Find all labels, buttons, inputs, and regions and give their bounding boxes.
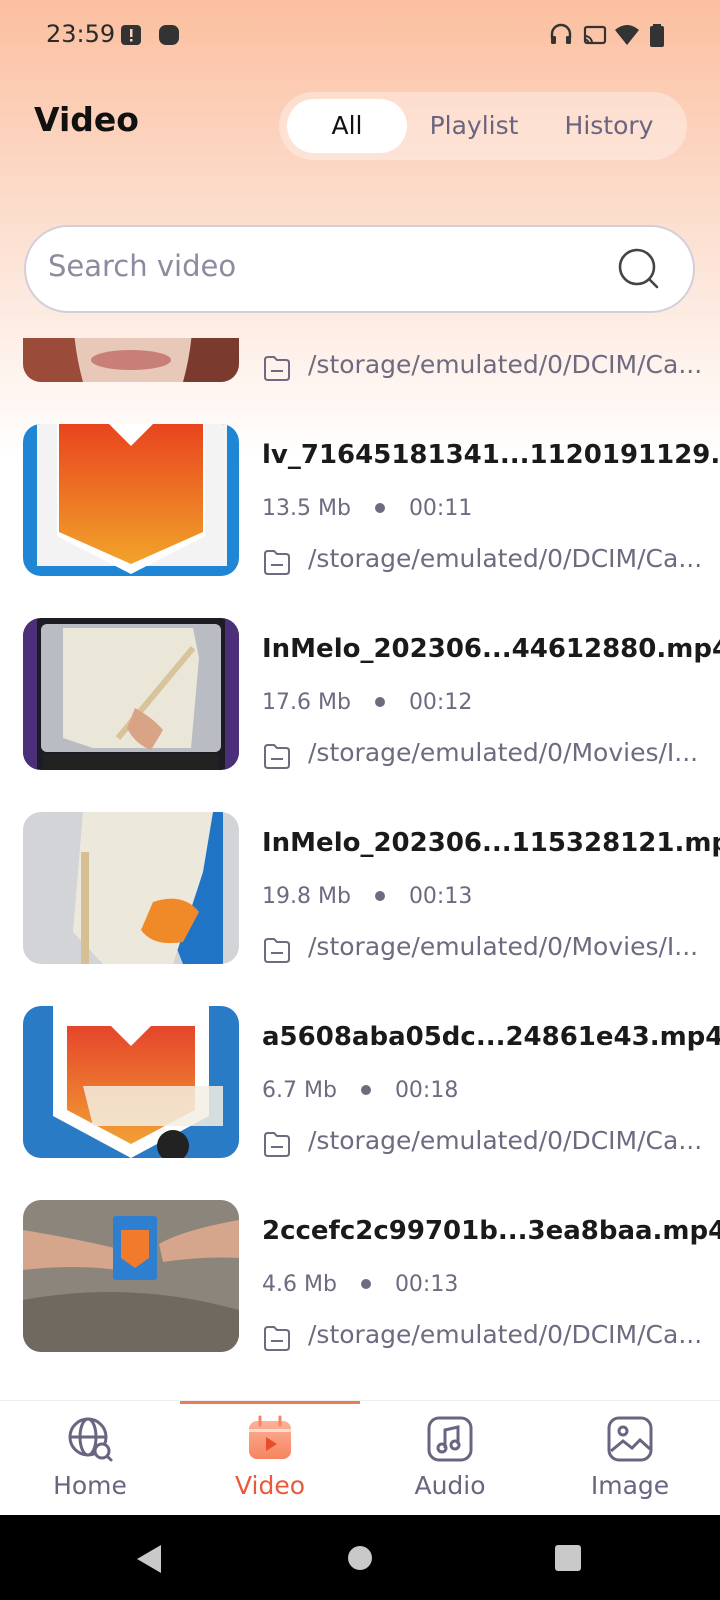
separator-dot: [360, 1084, 371, 1095]
folder-icon: [264, 1132, 290, 1157]
battery-icon: [650, 24, 664, 47]
tab-history[interactable]: History: [544, 99, 674, 153]
video-icon: [249, 1415, 291, 1459]
video-size: 6.7 Mb: [262, 1078, 337, 1103]
video-meta: 4.6 Mb 00:13: [262, 1272, 458, 1297]
back-icon[interactable]: [133, 1543, 165, 1575]
video-size: 13.5 Mb: [262, 496, 351, 521]
video-thumbnail[interactable]: [23, 812, 239, 964]
app-notification-icon: [159, 25, 179, 45]
tab-all[interactable]: All: [287, 99, 407, 153]
nav-image[interactable]: Image: [540, 1401, 720, 1516]
nav-video[interactable]: Video: [180, 1401, 360, 1516]
home-circle-icon[interactable]: [346, 1544, 374, 1572]
separator-dot: [360, 1278, 371, 1289]
video-duration: 00:13: [394, 1272, 459, 1297]
video-duration: 00:12: [408, 690, 473, 715]
folder-icon: [264, 550, 290, 575]
video-item[interactable]: 2ccefc2c99701b...3ea8baa.mp4 4.6 Mb 00:13…: [0, 1200, 720, 1352]
folder-icon: [264, 744, 290, 769]
separator-dot: [374, 890, 385, 901]
video-filter-tabs: All Playlist History: [279, 92, 687, 160]
active-tab-indicator: [180, 1401, 360, 1404]
status-time: 23:59: [46, 20, 116, 48]
nav-label: Image: [590, 1471, 670, 1500]
video-meta: 13.5 Mb 00:11: [262, 496, 472, 521]
nav-home[interactable]: Home: [0, 1401, 180, 1516]
video-duration: 00:11: [408, 496, 473, 521]
headphones-icon: [550, 23, 572, 44]
video-name: a5608aba05dc...24861e43.mp4: [262, 1022, 720, 1052]
video-name: InMelo_202306...115328121.mp4: [262, 828, 720, 858]
video-duration: 00:18: [394, 1078, 459, 1103]
video-item[interactable]: InMelo_202306...44612880.mp4 17.6 Mb 00:1…: [0, 618, 720, 770]
folder-icon: [264, 1326, 290, 1351]
page-title: Video: [34, 100, 139, 139]
image-icon: [607, 1416, 653, 1462]
recents-icon[interactable]: [554, 1544, 582, 1572]
video-thumbnail[interactable]: [23, 1200, 239, 1352]
video-meta: 19.8 Mb 00:13: [262, 884, 472, 909]
separator-dot: [374, 696, 385, 707]
folder-icon: [264, 356, 290, 381]
video-list: /storage/emulated/0/DCIM/Ca... lv_716451…: [0, 338, 720, 1400]
video-name: lv_71645181341...1120191129.mp4: [262, 440, 720, 470]
search-icon[interactable]: [617, 247, 661, 291]
video-name: 2ccefc2c99701b...3ea8baa.mp4: [262, 1216, 720, 1246]
video-thumbnail[interactable]: [23, 338, 239, 382]
video-meta: 6.7 Mb 00:18: [262, 1078, 458, 1103]
video-name: InMelo_202306...44612880.mp4: [262, 634, 720, 664]
music-note-icon: [427, 1416, 473, 1462]
system-navigation-bar: [0, 1515, 720, 1600]
nav-label: Audio: [414, 1471, 486, 1500]
video-size: 19.8 Mb: [262, 884, 351, 909]
wifi-icon: [615, 25, 639, 45]
nav-label: Home: [53, 1471, 127, 1500]
status-bar: 23:59: [0, 0, 720, 70]
tab-playlist[interactable]: Playlist: [414, 99, 534, 153]
video-item[interactable]: InMelo_202306...115328121.mp4 19.8 Mb 00:…: [0, 812, 720, 964]
video-size: 17.6 Mb: [262, 690, 351, 715]
video-size: 4.6 Mb: [262, 1272, 337, 1297]
globe-search-icon: [68, 1417, 113, 1462]
video-thumbnail[interactable]: [23, 424, 239, 576]
folder-icon: [264, 938, 290, 963]
nav-audio[interactable]: Audio: [360, 1401, 540, 1516]
video-duration: 00:13: [408, 884, 473, 909]
nav-label: Video: [234, 1471, 306, 1500]
video-item[interactable]: a5608aba05dc...24861e43.mp4 6.7 Mb 00:18 …: [0, 1006, 720, 1158]
video-item[interactable]: lv_71645181341...1120191129.mp4 13.5 Mb 0…: [0, 424, 720, 576]
cast-icon: [583, 25, 607, 45]
bottom-navigation: Home Video Audio Image: [0, 1400, 720, 1516]
search-placeholder: Search video: [48, 249, 237, 283]
separator-dot: [374, 502, 385, 513]
alert-icon: [121, 25, 141, 45]
video-thumbnail[interactable]: [23, 1006, 239, 1158]
search-input[interactable]: Search video: [24, 225, 695, 313]
video-thumbnail[interactable]: [23, 618, 239, 770]
video-meta: 17.6 Mb 00:12: [262, 690, 472, 715]
video-item[interactable]: /storage/emulated/0/DCIM/Ca...: [0, 338, 720, 382]
